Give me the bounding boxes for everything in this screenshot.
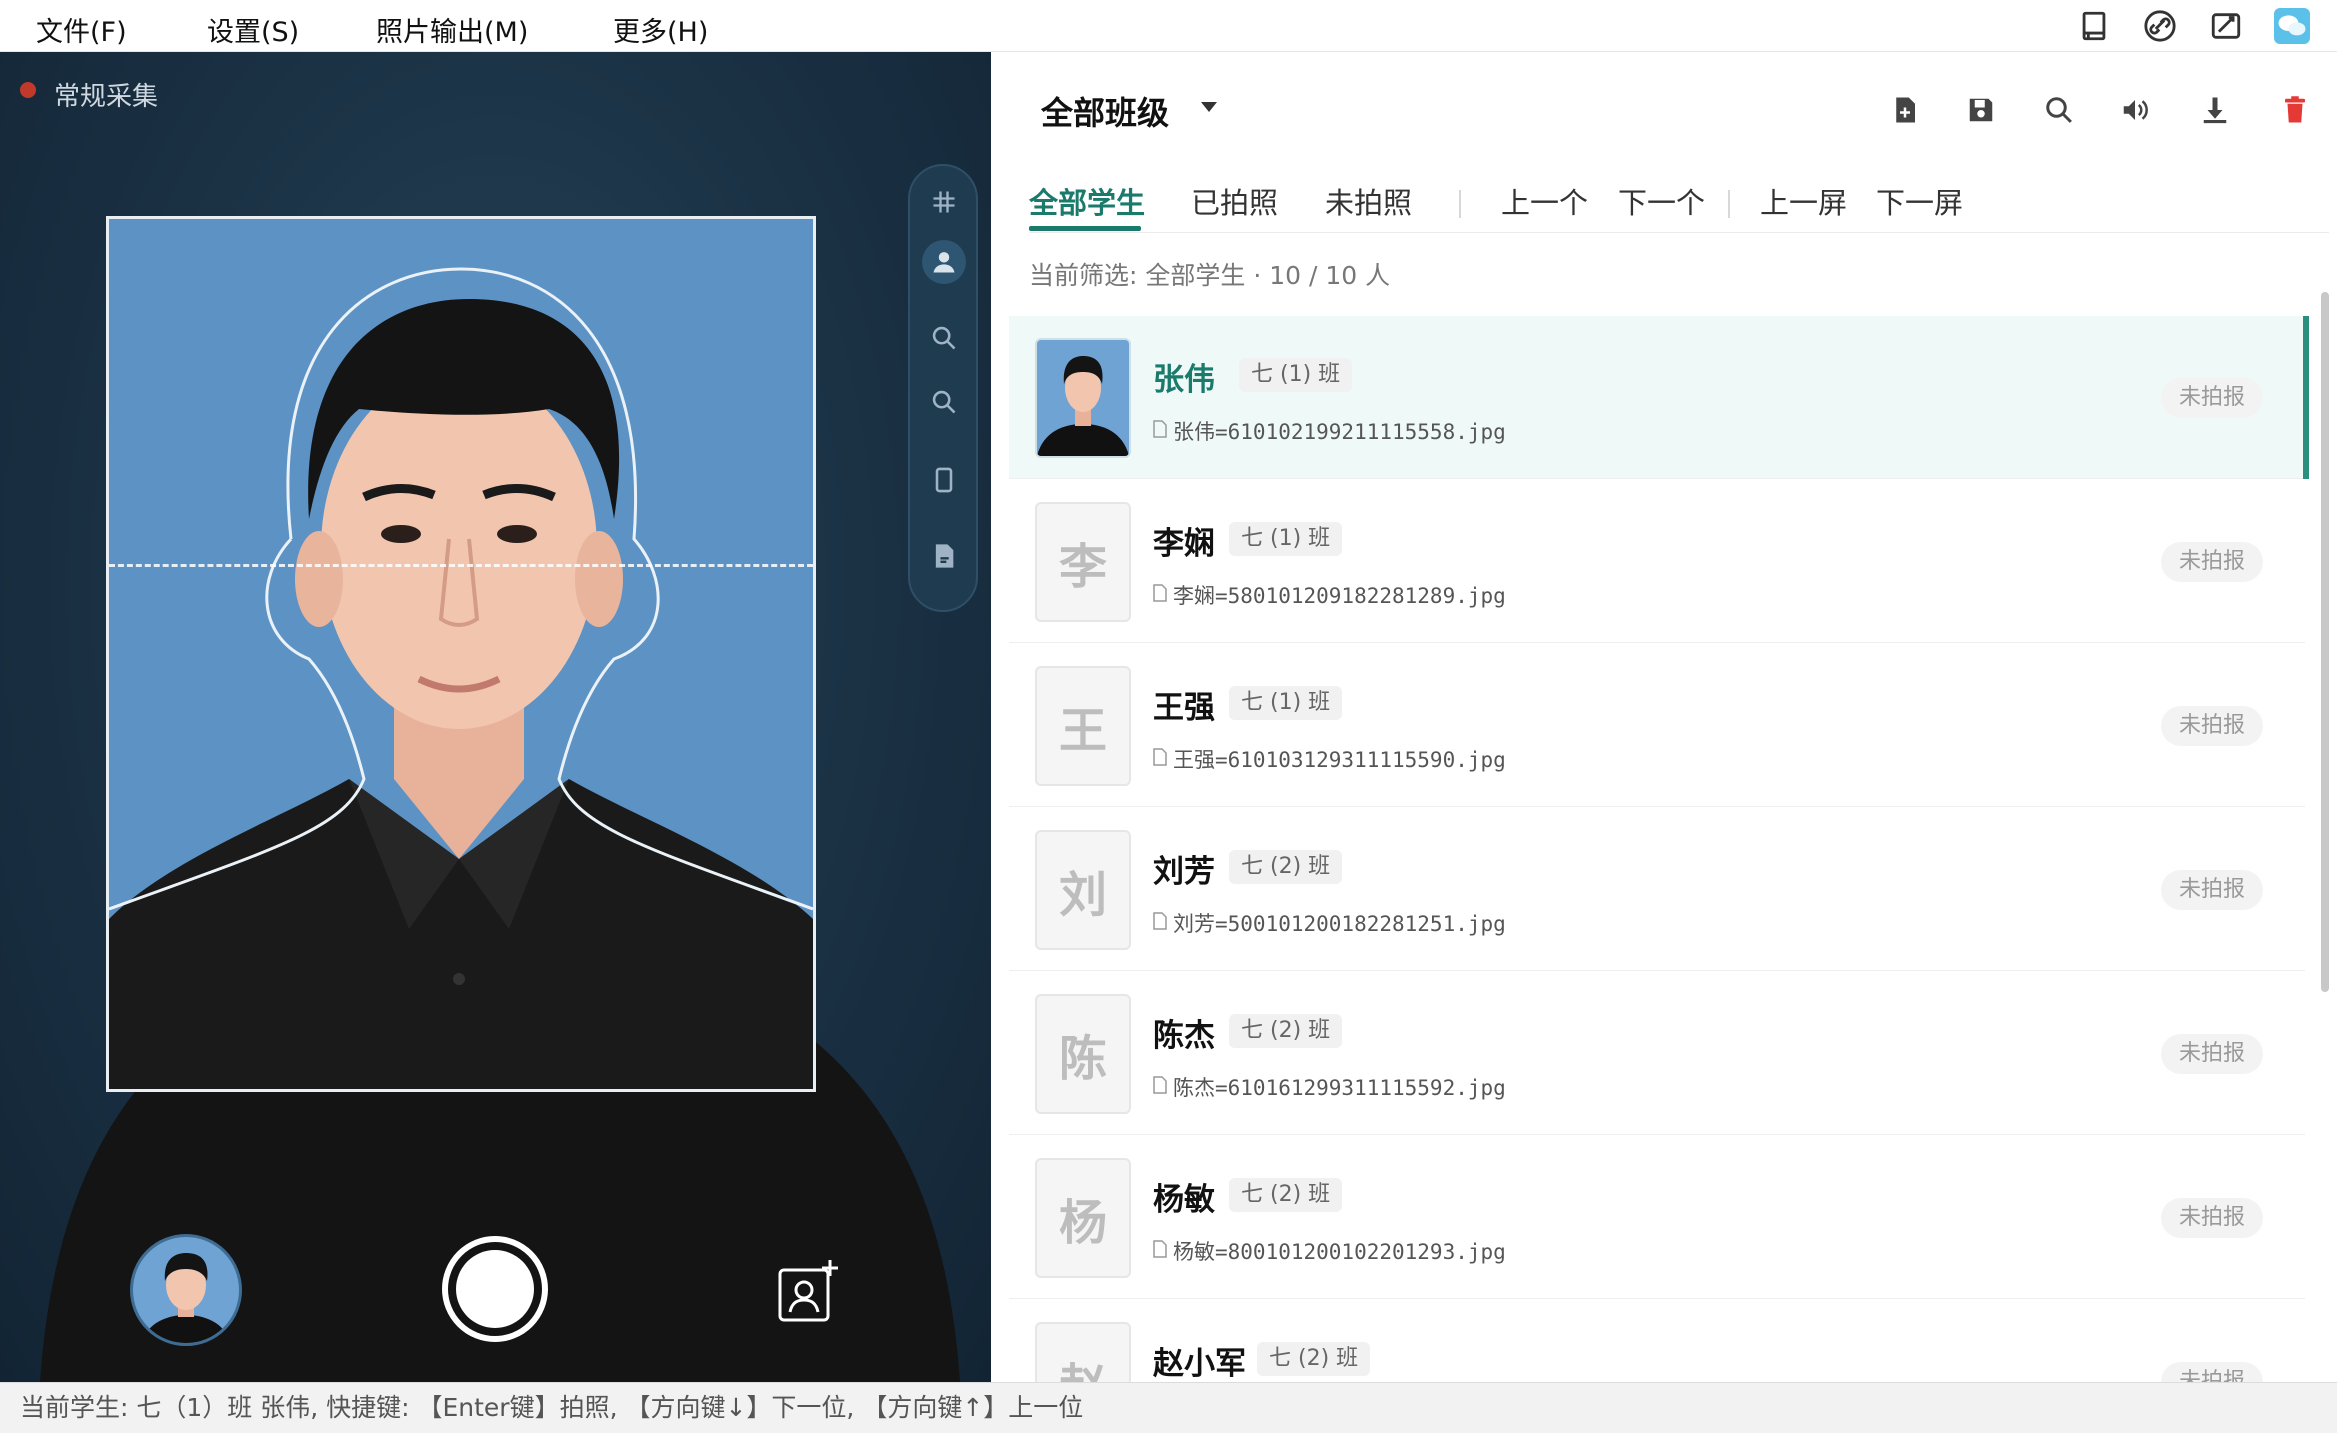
file-icon	[1153, 584, 1167, 602]
camera-panel: 常规采集	[0, 52, 991, 1382]
search-icon[interactable]	[2039, 90, 2079, 130]
student-avatar-placeholder: 陈	[1035, 994, 1131, 1114]
prev-page-button[interactable]: 上一屏	[1760, 180, 1847, 222]
wechat-icon[interactable]	[2274, 8, 2310, 44]
app-window: 文件(F) 设置(S) 照片输出(M) 更多(H) 常规采集 全部班级 全部学生…	[0, 0, 2337, 1433]
subject-portrait	[109, 267, 813, 1089]
active-tab-indicator	[1029, 226, 1141, 231]
tab-not-photographed[interactable]: 未拍照	[1325, 180, 1412, 222]
menu-file[interactable]: 文件(F)	[36, 10, 127, 49]
student-avatar-placeholder: 王	[1035, 666, 1131, 786]
status-badge: 未拍报	[2160, 1362, 2263, 1382]
student-row[interactable]: 赵 赵小军 七 (2) 班 未拍报	[1009, 1300, 2305, 1382]
status-badge: 未拍报	[2160, 378, 2263, 418]
file-icon	[1153, 912, 1167, 930]
book-icon[interactable]	[2076, 8, 2112, 44]
save-icon[interactable]	[1961, 90, 2001, 130]
filter-summary: 当前筛选: 全部学生 · 10 / 10 人	[1029, 261, 1391, 290]
eye-guide-line	[109, 564, 813, 567]
id-photo-frame	[106, 216, 816, 1092]
student-name: 赵小军	[1153, 1346, 1246, 1382]
download-icon[interactable]	[2195, 90, 2235, 130]
tab-divider	[1459, 190, 1461, 218]
phone-icon[interactable]	[922, 458, 966, 502]
student-avatar-placeholder: 李	[1035, 502, 1131, 622]
grid-icon[interactable]	[922, 180, 966, 224]
chevron-down-icon[interactable]	[1199, 100, 1219, 114]
student-panel: 全部班级 全部学生 已拍照 未拍照 上一个 下一个 上一屏 下一屏 当前筛选: …	[991, 52, 2337, 1382]
student-name: 张伟	[1153, 362, 1215, 398]
filter-tabs: 全部学生 已拍照 未拍照 上一个 下一个 上一屏 下一屏	[991, 172, 2337, 232]
student-row[interactable]: 张伟 七 (1) 班 张伟=610102199211115558.jpg 未拍报	[1009, 316, 2309, 479]
menubar: 文件(F) 设置(S) 照片输出(M) 更多(H)	[0, 0, 2337, 52]
status-badge: 未拍报	[2160, 1034, 2263, 1074]
student-row[interactable]: 李 李娴 七 (1) 班 李娴=580101209182281289.jpg 未…	[1009, 480, 2305, 643]
next-student-button[interactable]: 下一个	[1618, 180, 1705, 222]
prev-student-button[interactable]: 上一个	[1501, 180, 1588, 222]
student-name: 王强	[1153, 690, 1215, 726]
student-name: 杨敏	[1153, 1182, 1215, 1218]
class-tag: 七 (1) 班	[1229, 686, 1343, 720]
shutter-inner	[456, 1250, 534, 1328]
menu-more[interactable]: 更多(H)	[613, 10, 708, 49]
student-row[interactable]: 刘 刘芳 七 (2) 班 刘芳=500101200182281251.jpg 未…	[1009, 808, 2305, 971]
status-badge: 未拍报	[2160, 706, 2263, 746]
last-photo-thumbnail[interactable]	[130, 1234, 242, 1346]
student-avatar-placeholder: 赵	[1035, 1322, 1131, 1382]
photo-filename: 杨敏=800101200102201293.jpg	[1173, 1240, 1506, 1264]
photo-filename: 张伟=610102199211115558.jpg	[1173, 420, 1506, 444]
tab-photographed[interactable]: 已拍照	[1191, 180, 1278, 222]
student-row[interactable]: 杨 杨敏 七 (2) 班 杨敏=800101200102201293.jpg 未…	[1009, 1136, 2305, 1299]
class-tag: 七 (2) 班	[1229, 1014, 1343, 1048]
camera-toolbar	[908, 164, 978, 612]
file-icon	[1153, 748, 1167, 766]
status-badge: 未拍报	[2160, 542, 2263, 582]
student-name: 李娴	[1153, 526, 1215, 562]
delete-icon[interactable]	[2275, 90, 2315, 130]
export-icon[interactable]	[922, 534, 966, 578]
status-badge: 未拍报	[2160, 1198, 2263, 1238]
edit-icon[interactable]	[2208, 8, 2244, 44]
student-list: 张伟 七 (1) 班 张伟=610102199211115558.jpg 未拍报…	[1009, 316, 2309, 1382]
file-icon	[1153, 1240, 1167, 1258]
photo-filename: 陈杰=610161299311115592.jpg	[1173, 1076, 1506, 1100]
status-bar: 当前学生: 七（1）班 张伟, 快捷键: 【Enter键】拍照, 【方向键↓】下…	[0, 1382, 2337, 1433]
student-name: 刘芳	[1153, 854, 1215, 890]
volume-icon[interactable]	[2115, 90, 2155, 130]
scrollbar-thumb[interactable]	[2321, 292, 2329, 992]
student-row[interactable]: 王 王强 七 (1) 班 王强=610103129311115590.jpg 未…	[1009, 644, 2305, 807]
new-file-icon[interactable]	[1885, 90, 1925, 130]
class-tag: 七 (2) 班	[1229, 1178, 1343, 1212]
photo-filename: 王强=610103129311115590.jpg	[1173, 748, 1506, 772]
add-person-icon[interactable]	[776, 1258, 842, 1324]
student-row[interactable]: 陈 陈杰 七 (2) 班 陈杰=610161299311115592.jpg 未…	[1009, 972, 2305, 1135]
class-tag: 七 (1) 班	[1229, 522, 1343, 556]
class-tag: 七 (2) 班	[1257, 1342, 1371, 1376]
file-icon	[1153, 1076, 1167, 1094]
student-avatar-placeholder: 杨	[1035, 1158, 1131, 1278]
student-avatar-placeholder: 刘	[1035, 830, 1131, 950]
zoom-in-icon[interactable]	[922, 316, 966, 360]
menu-settings[interactable]: 设置(S)	[207, 10, 299, 49]
class-tag: 七 (2) 班	[1229, 850, 1343, 884]
class-tag: 七 (1) 班	[1239, 358, 1353, 392]
photo-filename: 刘芳=500101200182281251.jpg	[1173, 912, 1506, 936]
student-name: 陈杰	[1153, 1018, 1215, 1054]
student-photo	[1035, 338, 1131, 458]
class-selector-title[interactable]: 全部班级	[1041, 88, 1169, 134]
zoom-out-icon[interactable]	[922, 380, 966, 424]
photo-filename: 李娴=580101209182281289.jpg	[1173, 584, 1506, 608]
person-icon[interactable]	[922, 240, 966, 284]
nav-divider	[1728, 190, 1730, 218]
menu-photo-output[interactable]: 照片输出(M)	[376, 10, 528, 49]
tab-all-students[interactable]: 全部学生	[1029, 180, 1145, 222]
next-page-button[interactable]: 下一屏	[1876, 180, 1963, 222]
status-badge: 未拍报	[2160, 870, 2263, 910]
shutter-button[interactable]	[442, 1236, 548, 1342]
link-icon[interactable]	[2142, 8, 2178, 44]
file-icon	[1153, 420, 1167, 438]
tabs-divider	[1029, 232, 2329, 233]
